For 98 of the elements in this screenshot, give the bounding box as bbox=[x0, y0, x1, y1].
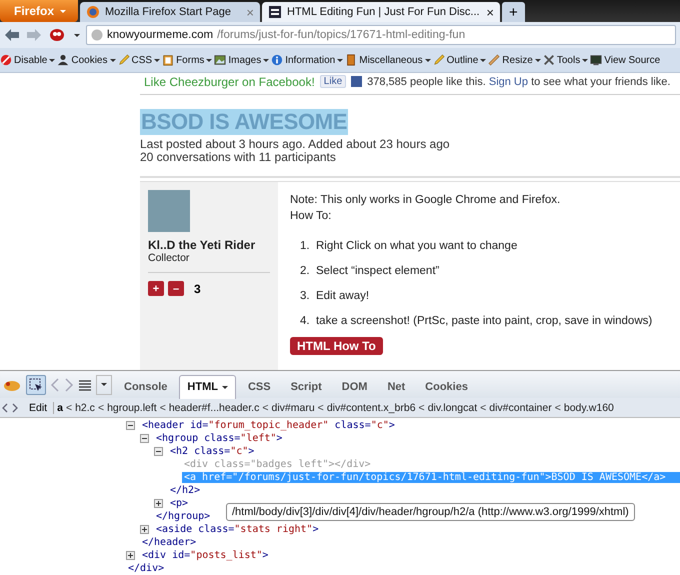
code-line[interactable]: <div id="posts_list"> bbox=[140, 550, 270, 561]
topic-title: BSOD IS AWESOME bbox=[140, 109, 348, 135]
back-icon[interactable] bbox=[4, 28, 20, 42]
sign-up-link[interactable]: Sign Up bbox=[488, 76, 528, 88]
post-text: Note: This only works in Google Chrome and Firefox. bbox=[290, 193, 562, 208]
pencil-icon bbox=[118, 54, 130, 66]
devtools-tab[interactable]: Script bbox=[282, 374, 330, 398]
person-icon bbox=[57, 54, 70, 66]
vote-down-button[interactable]: – bbox=[168, 281, 184, 296]
toolbar-menu[interactable]: Outline bbox=[432, 54, 486, 66]
author-rank: Collector bbox=[148, 252, 190, 264]
new-tab-button[interactable]: + bbox=[502, 2, 525, 22]
site-icon bbox=[268, 5, 282, 19]
vote-up-button[interactable]: + bbox=[148, 281, 164, 296]
toolbar-menu[interactable]: View Source bbox=[590, 54, 660, 66]
breadcrumb-separator: < bbox=[262, 402, 268, 414]
menu-icon[interactable] bbox=[78, 378, 92, 390]
devtools-tab[interactable]: CSS bbox=[240, 374, 279, 398]
breadcrumb-separator: < bbox=[160, 402, 166, 414]
devtools-tab[interactable]: Console bbox=[116, 374, 176, 398]
toolbar-menu[interactable]: Forms bbox=[162, 54, 212, 66]
browser-tab[interactable]: Mozilla Firefox Start Page × bbox=[80, 2, 260, 22]
toolbar-menu[interactable]: CSS bbox=[118, 54, 160, 66]
like-count-text: 378,585 people like this. Sign Up to see what your friends like. bbox=[367, 76, 670, 88]
toolbar-menu[interactable]: Resize bbox=[488, 54, 541, 66]
topic-meta-text: Last posted about 3 hours ago. Added about 23 hours ago bbox=[140, 138, 451, 151]
breadcrumb[interactable]: body.w160 bbox=[564, 402, 614, 414]
devtools-tab[interactable]: DOM bbox=[334, 374, 376, 398]
monitor-icon bbox=[590, 54, 602, 66]
toolbar-menu[interactable]: Miscellaneous bbox=[345, 54, 431, 66]
toolbar-menu[interactable]: Disable bbox=[0, 54, 56, 66]
breadcrumb[interactable]: hgroup.left bbox=[107, 402, 157, 414]
breadcrumb[interactable]: div#container bbox=[489, 402, 552, 414]
collapse-icon[interactable] bbox=[140, 434, 149, 443]
breadcrumb-separator: < bbox=[480, 402, 486, 414]
expand-icon[interactable] bbox=[154, 499, 163, 508]
list-item: 2. Select “inspect element” bbox=[300, 264, 440, 279]
collapse-icon[interactable] bbox=[154, 447, 163, 456]
dropdown-caret-icon bbox=[60, 10, 66, 12]
facebook-icon bbox=[351, 76, 362, 87]
ruler-icon bbox=[488, 54, 500, 66]
like-button[interactable]: Like bbox=[320, 75, 346, 88]
breadcrumb[interactable]: div#content.x_brb6 bbox=[326, 402, 416, 414]
breadcrumb-separator: < bbox=[554, 402, 561, 414]
list-item: 4. take a screenshot! (PrtSc, paste into paint, crop, save in windows) bbox=[300, 314, 652, 329]
edit-button[interactable]: Edit bbox=[21, 402, 54, 414]
devtools-tab[interactable]: Cookies bbox=[417, 374, 476, 398]
info-icon bbox=[271, 54, 284, 66]
code-line[interactable]: <header id="forum_topic_header" class="c"> bbox=[140, 420, 397, 431]
toolbar-menu[interactable]: Images bbox=[214, 54, 270, 66]
picture-icon bbox=[214, 54, 226, 66]
vote-score: 3 bbox=[194, 282, 201, 296]
inspect-button[interactable] bbox=[26, 374, 46, 394]
address-field[interactable]: knowyourmeme.com /forums/just-for-fun/topics/17671-html-editing-fun bbox=[86, 25, 676, 45]
dropdown-caret-icon[interactable] bbox=[96, 374, 112, 394]
devtools-tab[interactable]: HTML bbox=[179, 374, 236, 398]
breadcrumb[interactable]: div.longcat bbox=[428, 402, 478, 414]
tag-button[interactable]: HTML How To bbox=[290, 337, 383, 355]
code-line[interactable]: <hgroup class="left"> bbox=[154, 433, 284, 444]
expand-icon[interactable] bbox=[126, 551, 135, 560]
post-text: How To: bbox=[290, 209, 332, 224]
breadcrumb[interactable]: h2.c bbox=[75, 402, 95, 414]
code-line[interactable]: </div> bbox=[126, 563, 166, 574]
breadcrumb-separator: < bbox=[418, 402, 425, 414]
code-line[interactable]: </hgroup> bbox=[154, 511, 212, 522]
code-line[interactable]: </h2> bbox=[168, 485, 202, 496]
tab-title: HTML Editing Fun | Just For Fun Disc... bbox=[287, 6, 481, 18]
breadcrumb-separator: < bbox=[66, 402, 72, 414]
code-line[interactable]: <p> bbox=[168, 498, 190, 509]
breadcrumb[interactable]: div#maru bbox=[271, 402, 315, 414]
toolbar-menu[interactable]: Cookies bbox=[57, 54, 116, 66]
pencil-icon bbox=[432, 54, 445, 66]
facebook-promo-text: Like Cheezburger on Facebook! bbox=[144, 74, 315, 88]
xpath-tooltip: /html/body/div[3]/div/div[4]/div/header/hgroup/h2/a (http://www.w3.org/1999/xhtml) bbox=[226, 503, 635, 521]
no-icon bbox=[0, 54, 12, 66]
collapse-icon[interactable] bbox=[126, 421, 135, 430]
topic-meta-text: 20 conversations with 11 participants bbox=[140, 151, 337, 164]
code-line[interactable]: </header> bbox=[140, 537, 198, 548]
author-name: Kl..D the Yeti Rider bbox=[148, 238, 256, 252]
list-item: 1. Right Click on what you want to change bbox=[300, 239, 518, 254]
avatar-placeholder bbox=[148, 190, 190, 232]
breadcrumb[interactable]: a bbox=[57, 402, 63, 414]
browser-tab[interactable]: HTML Editing Fun | Just For Fun Disc... × bbox=[262, 2, 500, 22]
breadcrumb-separator: < bbox=[318, 402, 324, 414]
breadcrumb-separator: < bbox=[98, 402, 104, 414]
devtools-tab[interactable]: Net bbox=[379, 374, 414, 398]
code-toggle-icon[interactable] bbox=[2, 402, 18, 414]
toolbar-menu[interactable]: Tools bbox=[542, 54, 588, 66]
tab-title: Mozilla Firefox Start Page bbox=[105, 6, 232, 18]
clipboard-icon bbox=[162, 54, 174, 66]
list-item: 3. Edit away! bbox=[300, 289, 370, 304]
dropdown-caret-icon bbox=[74, 34, 80, 36]
breadcrumb[interactable]: header#f...header.c bbox=[168, 402, 260, 414]
code-line[interactable]: <aside class="stats right"> bbox=[154, 524, 321, 535]
close-tab-button[interactable]: × bbox=[486, 4, 494, 20]
code-line[interactable]: <h2 class="c"> bbox=[168, 446, 256, 457]
expand-icon[interactable] bbox=[140, 525, 149, 534]
toolbar-menu[interactable]: Information bbox=[271, 54, 344, 66]
